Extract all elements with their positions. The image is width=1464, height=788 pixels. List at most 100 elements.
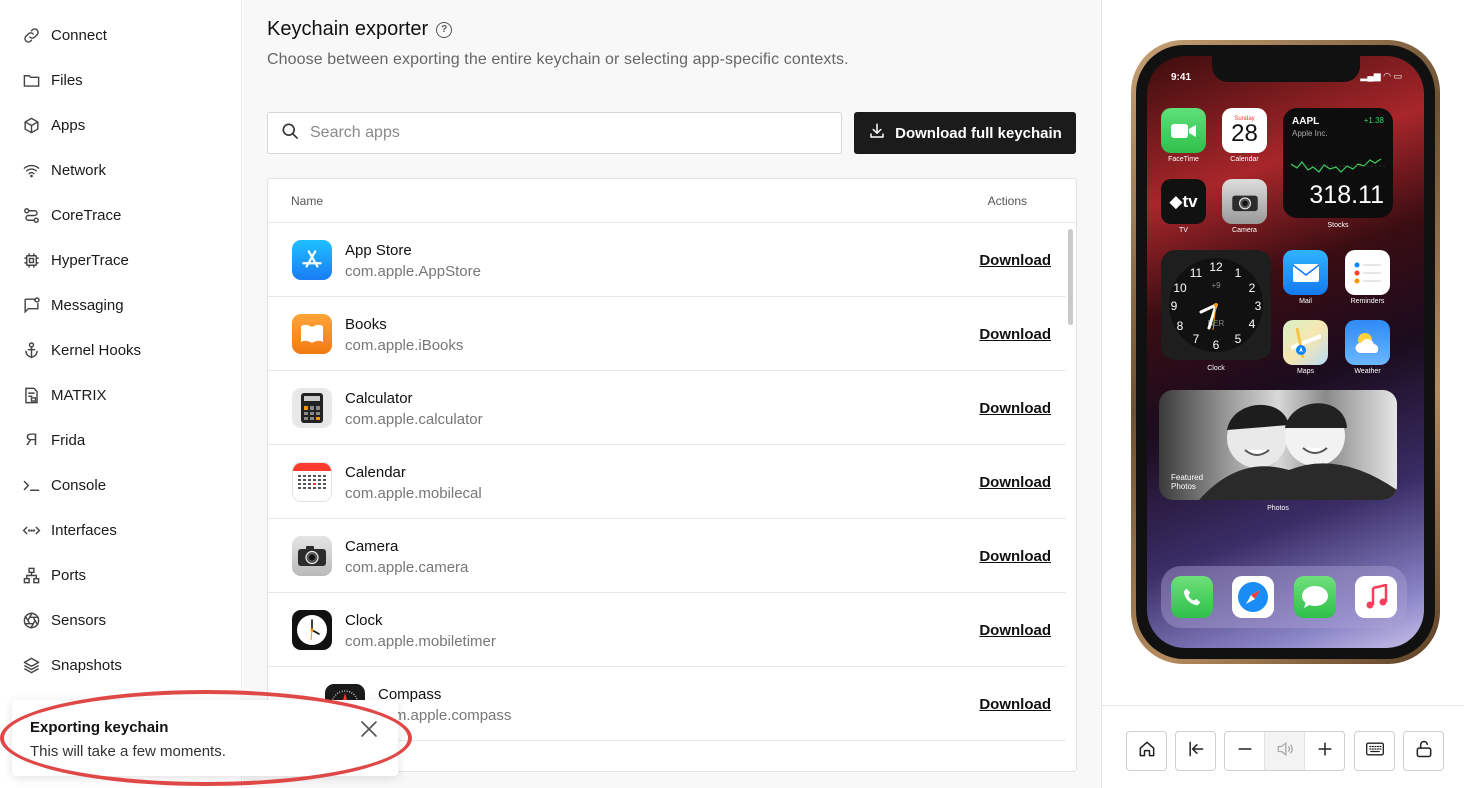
layers-icon bbox=[22, 656, 41, 675]
iphone-frame: 9:41 ▂▄▆ ◠ ▭ FaceTime Sunday 28 Calendar… bbox=[1131, 40, 1440, 664]
camera-icon bbox=[292, 536, 332, 576]
calendar-date: 28 bbox=[1231, 119, 1258, 147]
dock bbox=[1161, 566, 1407, 628]
device-panel: 9:41 ▂▄▆ ◠ ▭ FaceTime Sunday 28 Calendar… bbox=[1101, 0, 1464, 788]
books-icon bbox=[292, 314, 332, 354]
plus-icon bbox=[1315, 739, 1335, 764]
sidebar-item-sensors[interactable]: Sensors bbox=[22, 606, 106, 634]
home-button[interactable] bbox=[1126, 731, 1167, 771]
sidebar-item-console[interactable]: Console bbox=[22, 471, 106, 499]
stocks-widget[interactable]: AAPL +1.38 Apple Inc. 318.11 Stocks bbox=[1283, 108, 1393, 229]
mute-button[interactable] bbox=[1265, 732, 1305, 770]
music-app-icon[interactable] bbox=[1355, 576, 1398, 618]
keyboard-button[interactable] bbox=[1354, 731, 1395, 771]
calendar-app[interactable]: Sunday 28 Calendar bbox=[1222, 108, 1267, 163]
sidebar-item-matrix[interactable]: MATRIX bbox=[22, 381, 107, 409]
download-link[interactable]: Download bbox=[979, 622, 1051, 639]
download-link[interactable]: Download bbox=[979, 252, 1051, 269]
svg-text:12: 12 bbox=[1209, 260, 1223, 274]
sidebar-item-label: CoreTrace bbox=[51, 206, 122, 224]
sidebar-item-label: MATRIX bbox=[51, 386, 107, 404]
weather-app[interactable]: Weather bbox=[1345, 320, 1390, 375]
sidebar-item-messaging[interactable]: Messaging bbox=[22, 291, 124, 319]
clock-icon bbox=[292, 610, 332, 650]
keyboard-icon bbox=[1365, 739, 1385, 764]
page-title: Keychain exporter ? bbox=[267, 18, 453, 41]
sidebar-item-apps[interactable]: Apps bbox=[22, 111, 85, 139]
sidebar-item-frida[interactable]: Я Frida bbox=[22, 426, 85, 454]
sidebar-item-label: Kernel Hooks bbox=[51, 341, 142, 359]
download-link[interactable]: Download bbox=[979, 400, 1051, 417]
device-panel-divider bbox=[1102, 705, 1464, 706]
toast-title: Exporting keychain bbox=[30, 719, 169, 736]
weather-label: Weather bbox=[1354, 368, 1381, 375]
messages-app-icon[interactable] bbox=[1293, 576, 1336, 618]
photos-label: Photos bbox=[1267, 505, 1289, 512]
search-input[interactable] bbox=[310, 124, 810, 142]
lock-button[interactable] bbox=[1403, 731, 1444, 771]
code-arrows-icon bbox=[22, 521, 41, 540]
help-icon[interactable]: ? bbox=[436, 21, 453, 38]
svg-text:1: 1 bbox=[1235, 266, 1242, 280]
sidebar: Connect Files Apps Network CoreTrace Hyp… bbox=[0, 0, 242, 788]
network-tree-icon bbox=[22, 566, 41, 585]
sidebar-item-label: Console bbox=[51, 476, 107, 494]
column-header-actions: Actions bbox=[987, 194, 1027, 208]
weather-icon bbox=[1345, 320, 1390, 365]
sidebar-item-coretrace[interactable]: CoreTrace bbox=[22, 201, 121, 229]
sidebar-item-label: Sensors bbox=[51, 611, 107, 629]
sidebar-item-connect[interactable]: Connect bbox=[22, 21, 107, 49]
message-icon bbox=[22, 296, 41, 315]
reminders-icon bbox=[1345, 250, 1390, 295]
search-box[interactable] bbox=[267, 112, 842, 154]
tv-app[interactable]: ◆tv TV bbox=[1161, 179, 1206, 234]
table-scrollbar[interactable] bbox=[1068, 229, 1073, 325]
sidebar-item-interfaces[interactable]: Interfaces bbox=[22, 516, 117, 544]
maps-app[interactable]: Maps bbox=[1283, 320, 1328, 375]
clock-widget[interactable]: 12 1 2 3 4 5 6 7 8 9 10 11 +9 BER Clock bbox=[1161, 250, 1271, 372]
download-full-keychain-button[interactable]: Download full keychain bbox=[854, 112, 1076, 154]
sidebar-item-label: Network bbox=[51, 161, 107, 179]
sidebar-item-network[interactable]: Network bbox=[22, 156, 106, 184]
mail-app[interactable]: Mail bbox=[1283, 250, 1328, 305]
reminders-label: Reminders bbox=[1350, 298, 1385, 305]
wifi-icon bbox=[22, 161, 41, 180]
column-header-name: Name bbox=[291, 194, 324, 208]
sidebar-item-snapshots[interactable]: Snapshots bbox=[22, 651, 122, 679]
device-screen[interactable]: 9:41 ▂▄▆ ◠ ▭ FaceTime Sunday 28 Calendar… bbox=[1147, 56, 1424, 648]
app-switcher-button[interactable] bbox=[1175, 731, 1216, 771]
clock-face: 12 1234567891011 +9 BER bbox=[1169, 258, 1263, 352]
sidebar-item-label: Snapshots bbox=[51, 656, 122, 674]
table-row: Calendar com.apple.mobilecal Download bbox=[268, 445, 1066, 519]
app-bundle-id: com.apple.AppStore bbox=[345, 263, 481, 280]
document-icon bbox=[22, 386, 41, 405]
download-link[interactable]: Download bbox=[979, 548, 1051, 565]
download-link[interactable]: Download bbox=[979, 696, 1051, 713]
facetime-icon bbox=[1161, 108, 1206, 153]
camera-app[interactable]: Camera bbox=[1222, 179, 1267, 234]
page-subtitle: Choose between exporting the entire keyc… bbox=[267, 51, 849, 68]
mail-label: Mail bbox=[1299, 298, 1312, 305]
volume-up-button[interactable] bbox=[1305, 732, 1344, 770]
facetime-app[interactable]: FaceTime bbox=[1161, 108, 1206, 163]
sidebar-item-ports[interactable]: Ports bbox=[22, 561, 86, 589]
volume-down-button[interactable] bbox=[1225, 732, 1265, 770]
photos-widget[interactable]: Featured Photos Photos bbox=[1159, 390, 1397, 512]
phone-app-icon[interactable] bbox=[1170, 576, 1213, 618]
sidebar-item-hypertrace[interactable]: HyperTrace bbox=[22, 246, 129, 274]
app-name: Clock bbox=[345, 612, 383, 629]
chip-icon bbox=[22, 251, 41, 270]
download-link[interactable]: Download bbox=[979, 326, 1051, 343]
sidebar-item-kernel-hooks[interactable]: Kernel Hooks bbox=[22, 336, 141, 364]
safari-app-icon[interactable] bbox=[1232, 576, 1275, 618]
tv-icon: ◆tv bbox=[1161, 179, 1206, 224]
app-name: Calendar bbox=[345, 464, 406, 481]
close-icon[interactable] bbox=[360, 720, 378, 738]
svg-text:8: 8 bbox=[1177, 319, 1184, 333]
svg-text:11: 11 bbox=[1190, 266, 1203, 280]
reminders-app[interactable]: Reminders bbox=[1345, 250, 1390, 305]
download-link[interactable]: Download bbox=[979, 474, 1051, 491]
sidebar-item-files[interactable]: Files bbox=[22, 66, 83, 94]
sidebar-item-label: Ports bbox=[51, 566, 87, 584]
download-full-keychain-label: Download full keychain bbox=[895, 124, 1062, 142]
